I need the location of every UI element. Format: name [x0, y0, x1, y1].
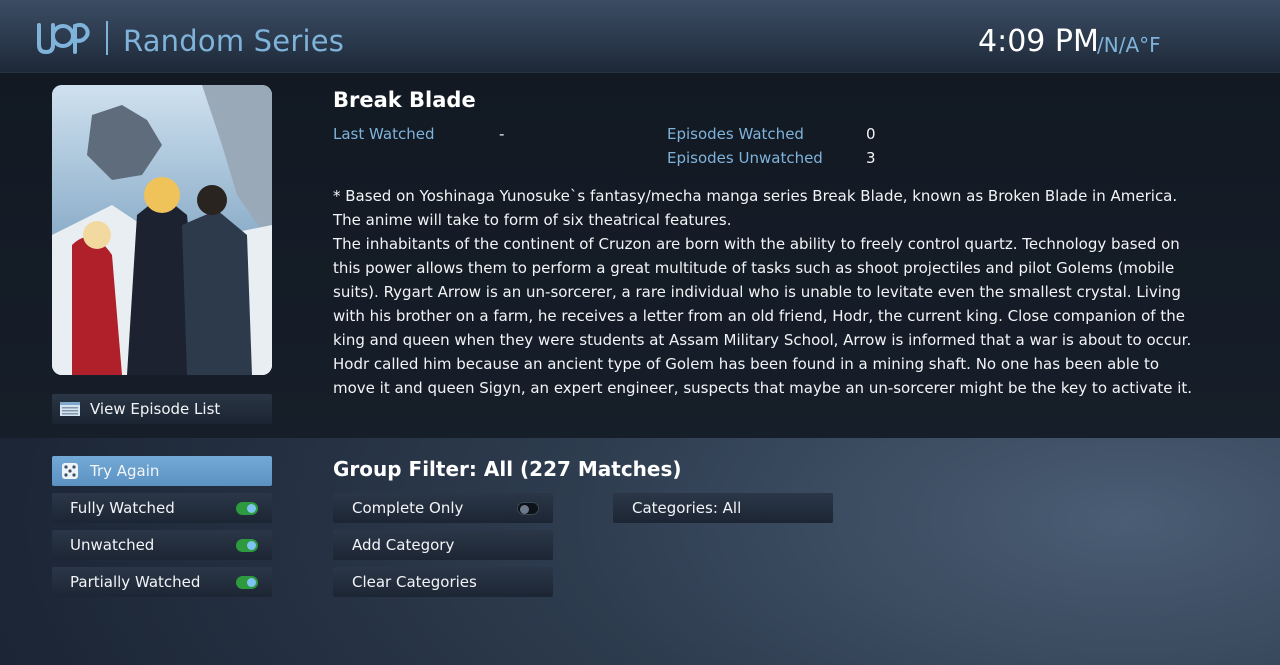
- episodes-unwatched-label: Episodes Unwatched: [667, 149, 823, 167]
- header-bar: Random Series 4:09 PM /N/A°F: [0, 0, 1280, 73]
- clear-categories-button[interactable]: Clear Categories: [333, 567, 553, 597]
- series-info-panel: View Episode List Break Blade Last Watch…: [0, 73, 1280, 438]
- weather-readout: /N/A°F: [1097, 33, 1161, 57]
- try-again-button[interactable]: Try Again: [52, 456, 272, 486]
- complete-only-label: Complete Only: [352, 499, 464, 517]
- view-episode-list-label: View Episode List: [90, 400, 221, 418]
- group-filter-title: Group Filter: All (227 Matches): [333, 457, 682, 481]
- series-description: * Based on Yoshinaga Yunosuke`s fantasy/…: [333, 184, 1203, 400]
- episodes-watched-value: 0: [866, 125, 876, 143]
- description-paragraph: * Based on Yoshinaga Yunosuke`s fantasy/…: [333, 187, 1178, 229]
- fully-watched-toggle[interactable]: [236, 502, 258, 515]
- add-category-label: Add Category: [352, 536, 455, 554]
- unwatched-filter[interactable]: Unwatched: [52, 530, 272, 560]
- unwatched-toggle[interactable]: [236, 539, 258, 552]
- dice-icon: [62, 463, 78, 479]
- last-watched-label: Last Watched: [333, 125, 435, 143]
- partially-watched-toggle[interactable]: [236, 576, 258, 589]
- last-watched-value: -: [499, 125, 505, 143]
- list-icon: [60, 402, 80, 416]
- categories-selector[interactable]: Categories: All: [613, 493, 833, 523]
- view-episode-list-button[interactable]: View Episode List: [52, 394, 272, 424]
- complete-only-toggle[interactable]: [517, 502, 539, 515]
- unwatched-label: Unwatched: [70, 536, 155, 554]
- episodes-watched-label: Episodes Watched: [667, 125, 804, 143]
- try-again-label: Try Again: [90, 462, 160, 480]
- episodes-unwatched-value: 3: [866, 149, 876, 167]
- add-category-button[interactable]: Add Category: [333, 530, 553, 560]
- complete-only-filter[interactable]: Complete Only: [333, 493, 553, 523]
- jmm-logo-icon: [37, 22, 90, 55]
- partially-watched-filter[interactable]: Partially Watched: [52, 567, 272, 597]
- fully-watched-filter[interactable]: Fully Watched: [52, 493, 272, 523]
- page-title: Random Series: [123, 24, 345, 58]
- title-separator: [106, 21, 108, 55]
- series-title: Break Blade: [333, 88, 476, 112]
- description-paragraph: The inhabitants of the continent of Cruz…: [333, 235, 1193, 397]
- clear-categories-label: Clear Categories: [352, 573, 477, 591]
- fully-watched-label: Fully Watched: [70, 499, 175, 517]
- partially-watched-label: Partially Watched: [70, 573, 201, 591]
- categories-label: Categories: All: [632, 499, 742, 517]
- series-poster[interactable]: [52, 85, 272, 375]
- poster-artwork: [52, 85, 272, 375]
- clock: 4:09 PM: [978, 24, 1099, 59]
